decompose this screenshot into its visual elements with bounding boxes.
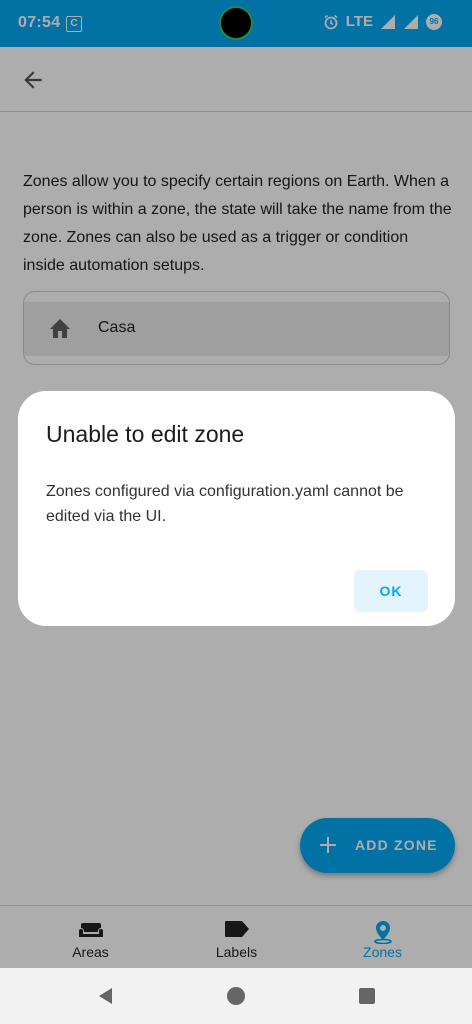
system-navigation-bar bbox=[0, 968, 472, 1024]
edit-zone-error-dialog: Unable to edit zone Zones configured via… bbox=[18, 391, 455, 626]
dialog-message: Zones configured via configuration.yaml … bbox=[46, 483, 404, 525]
recents-square-icon[interactable] bbox=[357, 986, 377, 1006]
dialog-title: Unable to edit zone bbox=[46, 421, 245, 447]
home-circle-icon[interactable] bbox=[226, 986, 246, 1006]
back-triangle-icon[interactable] bbox=[96, 986, 116, 1006]
ok-button[interactable]: OK bbox=[354, 570, 428, 612]
